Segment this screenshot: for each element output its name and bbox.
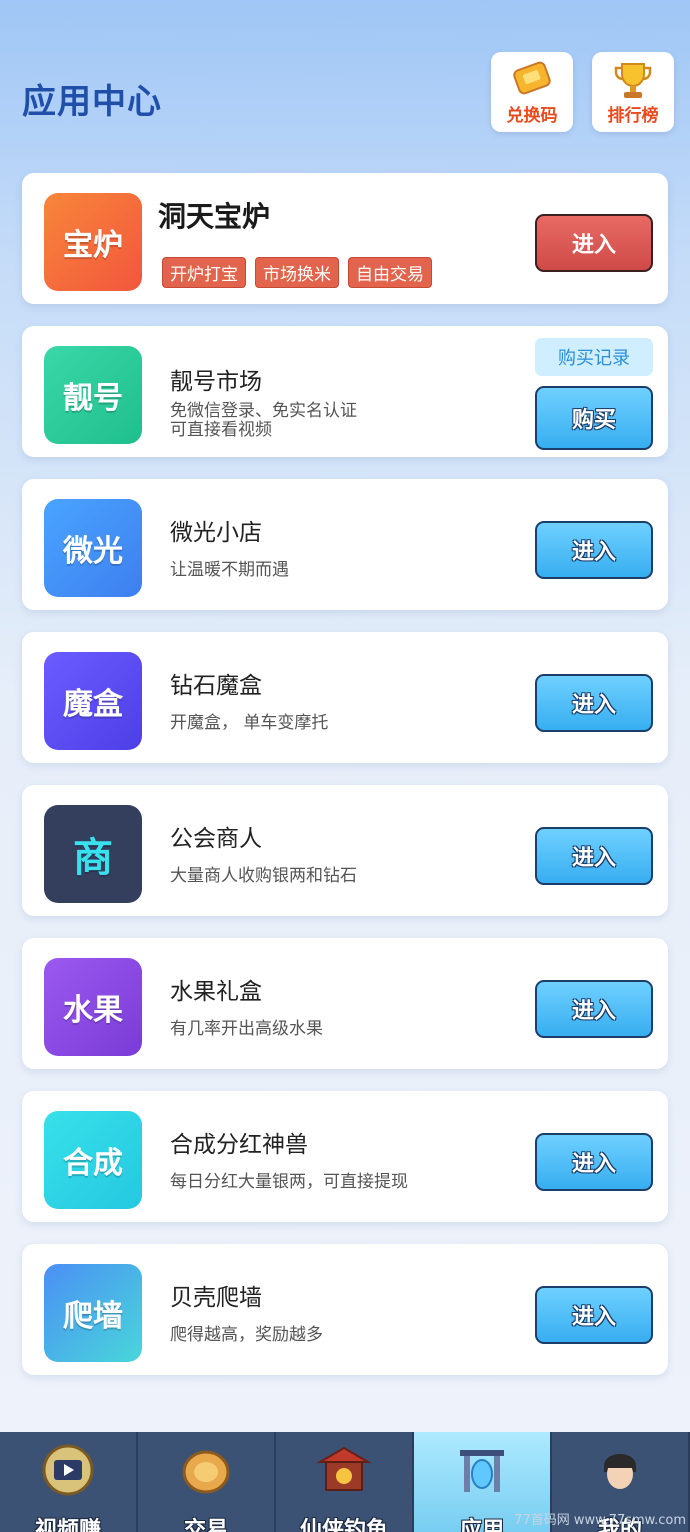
trophy-icon bbox=[614, 63, 652, 98]
tag: 开炉打宝 bbox=[162, 257, 246, 288]
portal-gate-icon bbox=[460, 1450, 504, 1492]
app-tile-icon: 魔盒 bbox=[44, 652, 142, 750]
app-name: 靓号市场 bbox=[170, 369, 262, 395]
app-description: 有几率开出高级水果 bbox=[170, 1019, 323, 1039]
tab-video-earn[interactable]: 视频赚 bbox=[0, 1432, 138, 1532]
watermark: 77首码网 www.77smw.com bbox=[514, 1513, 686, 1528]
app-card: 爬墙 贝壳爬墙 爬得越高，奖励越多 进入 bbox=[22, 1244, 668, 1375]
tag: 市场换米 bbox=[255, 257, 339, 288]
enter-button[interactable]: 进入 bbox=[535, 521, 653, 579]
app-description: 爬得越高，奖励越多 bbox=[170, 1325, 323, 1345]
app-name: 公会商人 bbox=[170, 826, 262, 852]
tab-label: 仙侠钓鱼 bbox=[299, 1518, 388, 1532]
redeem-code-button[interactable]: 兑换码 bbox=[491, 52, 573, 132]
app-description: 大量商人收购银两和钻石 bbox=[170, 866, 357, 886]
app-tile-icon: 靓号 bbox=[44, 346, 142, 444]
purchase-record-button[interactable]: 购买记录 bbox=[535, 338, 653, 376]
app-name: 水果礼盒 bbox=[170, 979, 262, 1005]
header: 应用中心 兑换码 排行榜 bbox=[0, 0, 690, 170]
avatar-icon bbox=[604, 1454, 636, 1489]
app-tile-icon: 合成 bbox=[44, 1111, 142, 1209]
app-card: 微光 微光小店 让温暖不期而遇 进入 bbox=[22, 479, 668, 610]
enter-button[interactable]: 进入 bbox=[535, 1133, 653, 1191]
tab-fishing[interactable]: 仙侠钓鱼 bbox=[276, 1432, 414, 1532]
redeem-code-label: 兑换码 bbox=[506, 106, 558, 126]
film-icon bbox=[42, 1444, 94, 1496]
enter-button[interactable]: 进入 bbox=[535, 674, 653, 732]
leaderboard-button[interactable]: 排行榜 bbox=[592, 52, 674, 132]
app-card-baolu: 宝炉 洞天宝炉 开炉打宝 市场换米 自由交易 进入 bbox=[22, 173, 668, 304]
tag-list: 开炉打宝 市场换米 自由交易 bbox=[162, 257, 432, 288]
app-description: 开魔盒， 单车变摩托 bbox=[170, 713, 329, 733]
app-card-lianghao: 靓号 靓号市场 免微信登录、免实名认证 可直接看视频 购买记录 购买 bbox=[22, 326, 668, 457]
app-tile-icon: 商 bbox=[44, 805, 142, 903]
app-card: 合成 合成分红神兽 每日分红大量银两，可直接提现 进入 bbox=[22, 1091, 668, 1222]
app-tile-icon: 微光 bbox=[44, 499, 142, 597]
app-description: 免微信登录、免实名认证 可直接看视频 bbox=[170, 402, 357, 440]
bottom-tab-bar: 视频赚 交易 仙侠钓鱼 应用 我的 77首码网 www.77smw.com bbox=[0, 1432, 690, 1532]
tab-label: 交易 bbox=[183, 1518, 228, 1532]
app-description: 每日分红大量银两，可直接提现 bbox=[170, 1172, 408, 1192]
app-card: 商 公会商人 大量商人收购银两和钻石 进入 bbox=[22, 785, 668, 916]
desc-line: 免微信登录、免实名认证 bbox=[170, 401, 357, 421]
app-card: 水果 水果礼盒 有几率开出高级水果 进入 bbox=[22, 938, 668, 1069]
temple-icon bbox=[316, 1446, 372, 1491]
tab-label: 视频赚 bbox=[34, 1518, 101, 1532]
leaderboard-label: 排行榜 bbox=[607, 106, 659, 126]
app-description: 让温暖不期而遇 bbox=[170, 560, 289, 580]
ticket-icon bbox=[513, 61, 551, 95]
app-name: 合成分红神兽 bbox=[170, 1132, 308, 1158]
app-tile-icon: 爬墙 bbox=[44, 1264, 142, 1362]
app-card: 魔盒 钻石魔盒 开魔盒， 单车变摩托 进入 bbox=[22, 632, 668, 763]
tab-trade[interactable]: 交易 bbox=[138, 1432, 276, 1532]
tag: 自由交易 bbox=[348, 257, 432, 288]
desc-line: 可直接看视频 bbox=[170, 420, 272, 440]
app-name: 洞天宝炉 bbox=[158, 200, 271, 233]
enter-button[interactable]: 进入 bbox=[535, 1286, 653, 1344]
app-name: 贝壳爬墙 bbox=[170, 1285, 262, 1311]
gold-coin-icon bbox=[182, 1450, 230, 1494]
enter-button[interactable]: 进入 bbox=[535, 827, 653, 885]
page-title: 应用中心 bbox=[22, 82, 162, 122]
app-tile-icon: 宝炉 bbox=[44, 193, 142, 291]
app-tile-icon: 水果 bbox=[44, 958, 142, 1056]
enter-button[interactable]: 进入 bbox=[535, 214, 653, 272]
enter-button[interactable]: 进入 bbox=[535, 980, 653, 1038]
app-name: 钻石魔盒 bbox=[170, 673, 262, 699]
app-name: 微光小店 bbox=[170, 520, 262, 546]
buy-button[interactable]: 购买 bbox=[535, 386, 653, 450]
